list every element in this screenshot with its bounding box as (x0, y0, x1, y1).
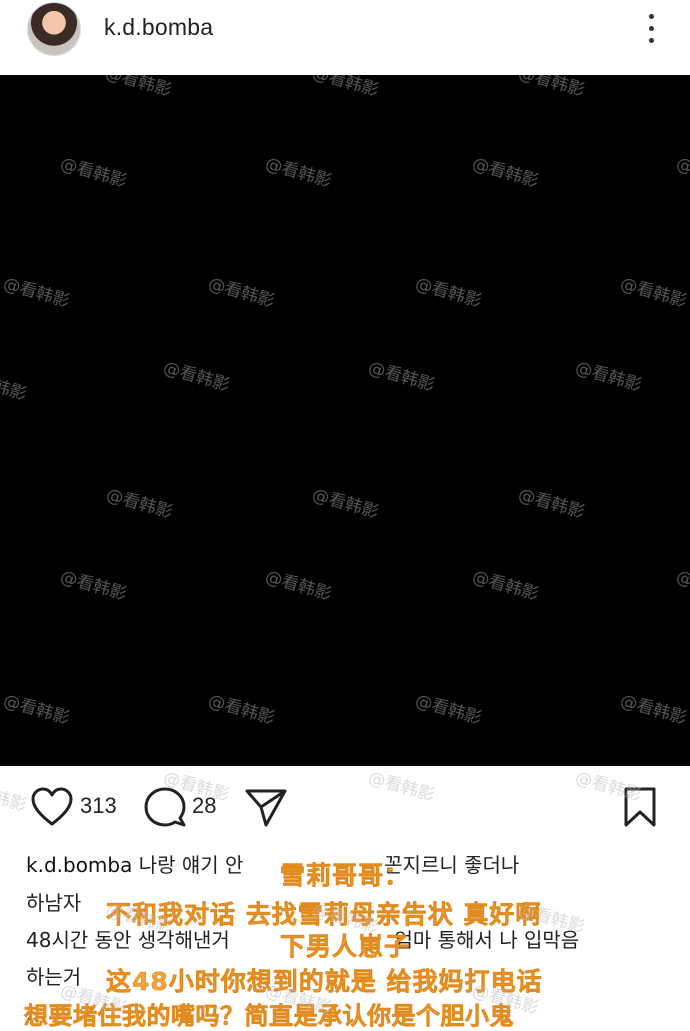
watermark: @看韩影 (515, 484, 587, 523)
post-image[interactable]: @看韩影 @看韩影 @看韩影 @看韩影 @看韩影 @看韩影 @看韩影 @看韩影 … (0, 75, 690, 766)
watermark: @看韩影 (673, 566, 690, 605)
watermark: @看韩影 (617, 690, 689, 729)
caption-text: 하는거 (26, 965, 82, 989)
watermark: @看韩影 (205, 273, 277, 312)
watermark: @看韩影 (412, 273, 484, 312)
watermark: @看韩影 (515, 75, 587, 101)
watermark: @看韩影 (103, 484, 175, 523)
watermark: @看韩影 (469, 153, 541, 192)
action-bar: 313 28 (0, 766, 690, 850)
watermark: @看韩影 (412, 690, 484, 729)
watermark: @看韩影 (572, 357, 644, 396)
heart-icon[interactable] (30, 786, 74, 832)
watermark: @看韩影 (57, 153, 129, 192)
watermark: @看韩影 (0, 273, 72, 312)
caption-text: 하남자 (26, 891, 82, 915)
watermark: @看韩影 (673, 153, 690, 192)
caption-text: 엄마 통해서 나 입막음 (394, 928, 580, 952)
overlay-translation-line: 雪莉哥哥： (280, 861, 411, 891)
comment-icon[interactable] (143, 786, 187, 832)
overlay-translation-line: 这48小时你想到的就是 给我妈打电话 (106, 967, 543, 997)
avatar[interactable] (27, 2, 81, 56)
send-icon[interactable] (244, 786, 288, 832)
watermark: @看韩影 (262, 566, 334, 605)
watermark: @看韩影 (205, 690, 277, 729)
watermark: @看韩影 (309, 75, 381, 101)
watermark: @看韩影 (0, 366, 29, 405)
more-options-icon[interactable] (640, 12, 664, 46)
post-header: k.d.bomba (0, 0, 690, 75)
like-count[interactable]: 313 (80, 793, 117, 819)
watermark: @看韩影 (469, 566, 541, 605)
watermark: @看韩影 (160, 357, 232, 396)
overlay-translation-line: 下男人崽子 (280, 932, 411, 962)
overlay-translation-line: 不和我对话 去找雪莉母亲告状 真好啊 (106, 900, 542, 930)
watermark: @看韩影 (0, 690, 72, 729)
overlay-translation-line: 想要堵住我的嘴吗？简直是承认你是个胆小鬼 (24, 1002, 514, 1031)
comment-count[interactable]: 28 (192, 793, 216, 819)
watermark: @看韩影 (262, 153, 334, 192)
header-username[interactable]: k.d.bomba (104, 14, 213, 41)
caption-text: 48시간 동안 생각해낸거 (26, 928, 230, 952)
caption-username[interactable]: k.d.bomba (26, 853, 132, 877)
watermark: @看韩影 (365, 357, 437, 396)
watermark: @看韩影 (617, 273, 689, 312)
watermark: @看韩影 (57, 566, 129, 605)
caption-text: 나랑 얘기 안 (138, 853, 244, 877)
watermark: @看韩影 (102, 75, 174, 101)
bookmark-icon[interactable] (622, 786, 658, 832)
watermark: @看韩影 (309, 484, 381, 523)
